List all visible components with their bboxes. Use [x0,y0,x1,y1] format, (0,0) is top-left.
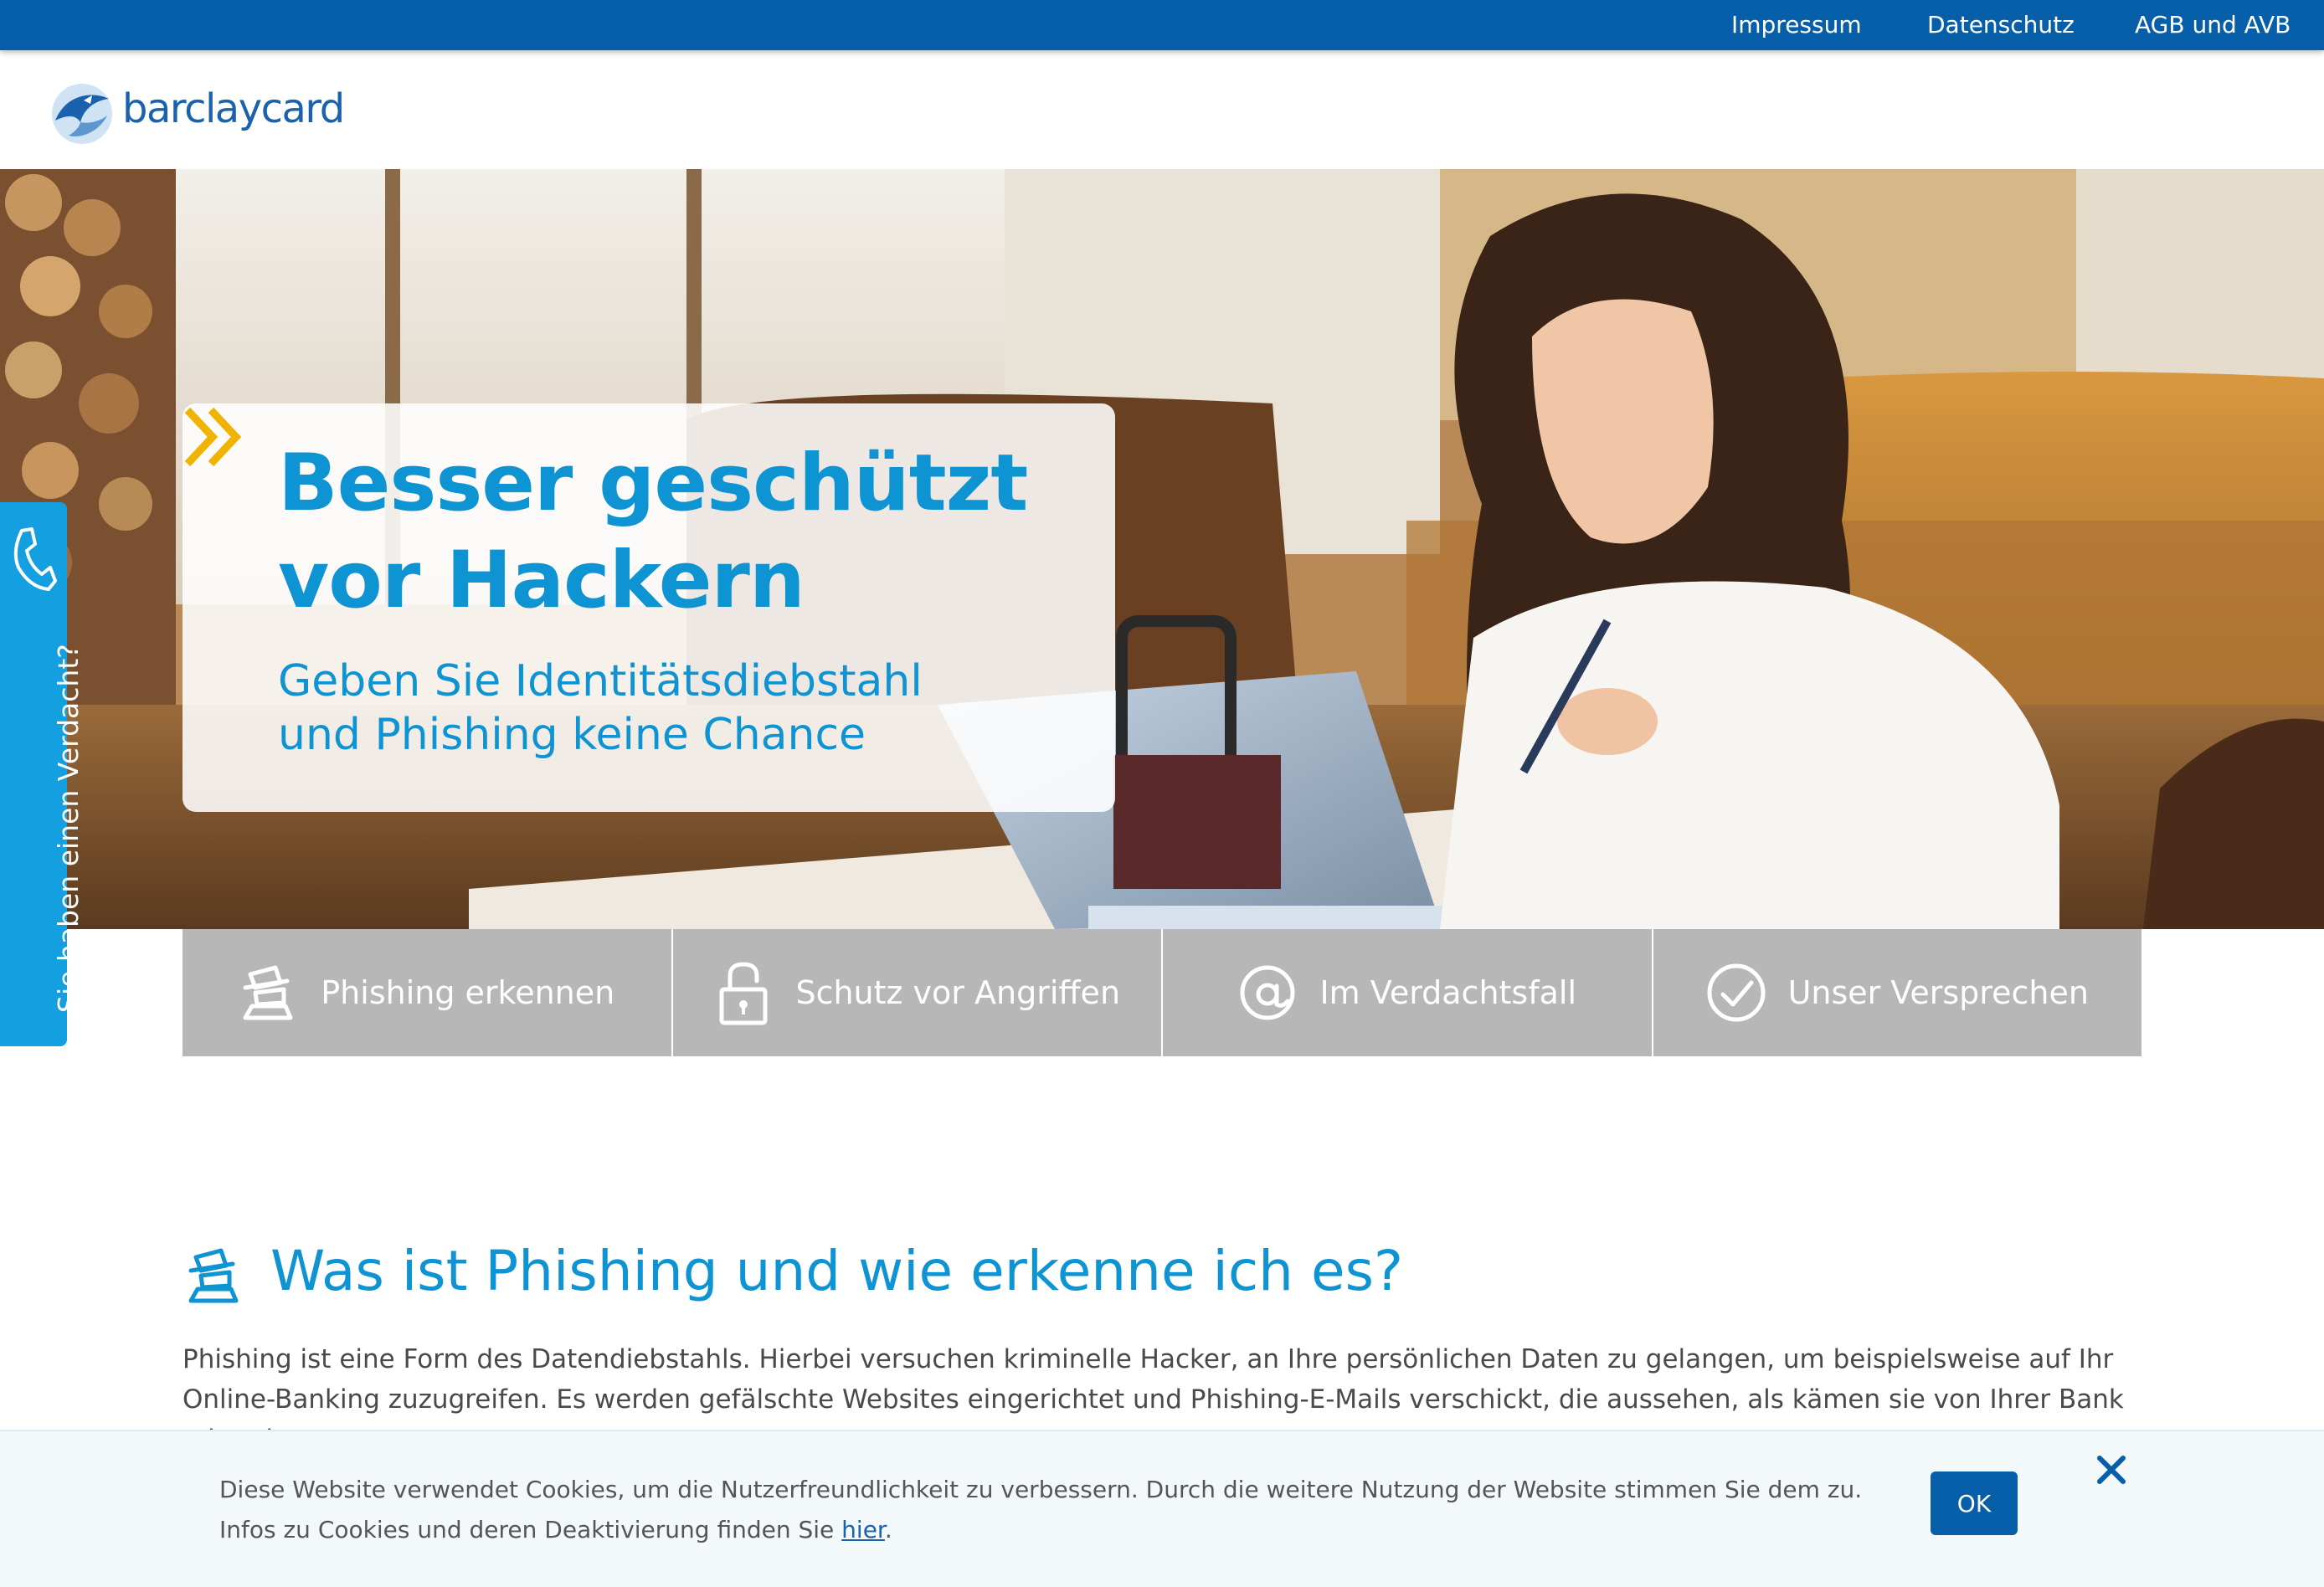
cookie-info-link[interactable]: hier [841,1516,885,1543]
tab-im-verdachtsfall[interactable]: Im Verdachtsfall [1163,929,1652,1056]
hero-banner: Besser geschützt vor Hackern Geben Sie I… [0,169,2324,929]
tab-schutz-vor-angriffen-label: Schutz vor Angriffen [795,974,1121,1011]
barclaycard-eagle-logo-icon[interactable] [47,80,117,147]
double-chevron-right-icon [184,407,242,467]
phishing-icon [243,965,293,1020]
cookie-text-body: Diese Website verwendet Cookies, um die … [219,1476,1863,1543]
cookie-text: Diese Website verwendet Cookies, um die … [219,1470,1919,1550]
hero-subtitle-line1: Geben Sie Identitätsdiebstahl [278,656,923,706]
barclaycard-logo-text[interactable]: barclaycard [122,85,345,132]
hero-title: Besser geschützt vor Hackern [278,435,1098,629]
hero-subtitle: Geben Sie Identitätsdiebstahl und Phishi… [278,655,1098,762]
close-icon[interactable] [2095,1453,2128,1487]
tab-phishing-erkennen-label: Phishing erkennen [321,974,615,1011]
side-tab-label: Sie haben einen Verdacht? [52,644,85,1013]
section-title: Was ist Phishing und wie erkenne ich es? [270,1239,1403,1303]
hero-text-card: Besser geschützt vor Hackern Geben Sie I… [183,403,1115,812]
suspicion-side-tab[interactable]: Sie haben einen Verdacht? [0,502,85,1046]
hero-title-line2: vor Hackern [278,535,805,626]
datenschutz-link[interactable]: Datenschutz [1927,10,2075,40]
impressum-link[interactable]: Impressum [1731,10,1862,40]
tab-im-verdachtsfall-label: Im Verdachtsfall [1319,974,1577,1011]
tab-phishing-erkennen[interactable]: Phishing erkennen [183,929,671,1056]
cookie-banner: Diese Website verwendet Cookies, um die … [0,1430,2324,1587]
tab-unser-versprechen[interactable]: Unser Versprechen [1653,929,2141,1056]
top-utility-bar: Impressum Datenschutz AGB und AVB [0,0,2324,50]
padlock-icon [719,962,768,1025]
hero-subtitle-line2: und Phishing keine Chance [278,710,866,760]
tab-unser-versprechen-label: Unser Versprechen [1787,974,2089,1011]
agb-avb-link[interactable]: AGB und AVB [2135,10,2291,40]
topic-tabs: Phishing erkennen Schutz vor Angriffen I… [183,929,2141,1056]
phishing-section-icon [188,1248,239,1303]
checkmark-circle-icon [1707,963,1766,1022]
hero-title-line1: Besser geschützt [278,438,1028,529]
tab-schutz-vor-angriffen[interactable]: Schutz vor Angriffen [672,929,1161,1056]
at-sign-icon [1240,965,1295,1020]
cookie-text-end: . [884,1516,892,1543]
site-header: barclaycard [0,50,2324,169]
phone-icon [13,527,57,591]
cookie-ok-button[interactable]: OK [1931,1471,2018,1535]
